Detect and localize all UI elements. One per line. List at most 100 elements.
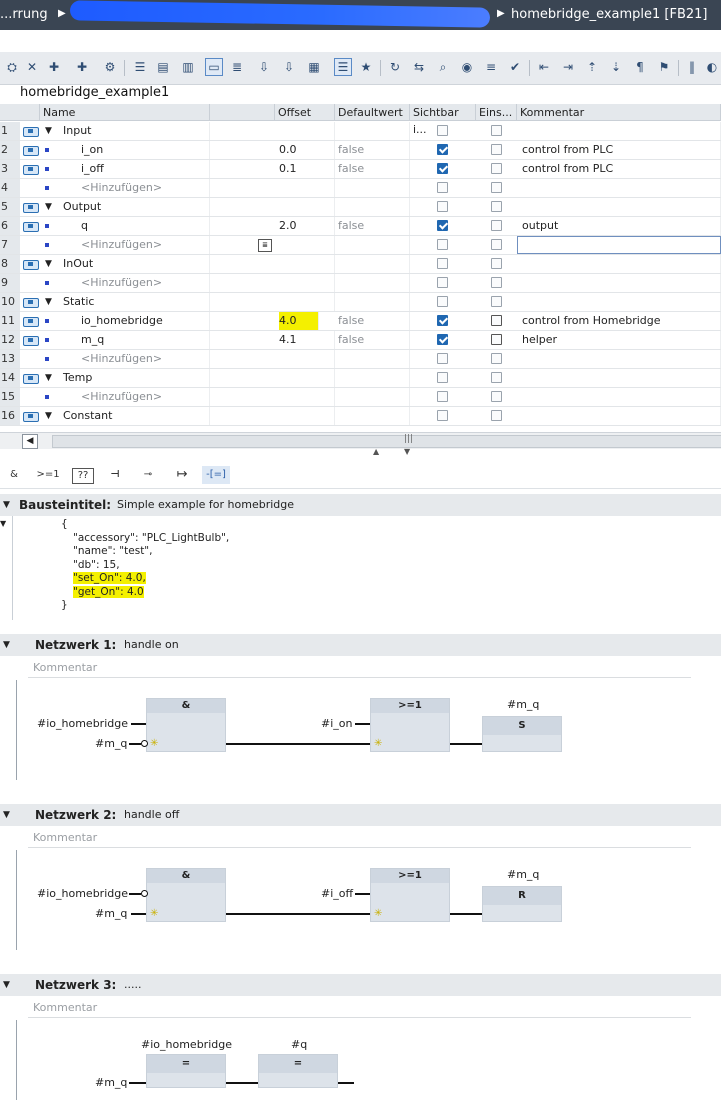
setpoint-checkbox[interactable] bbox=[491, 277, 502, 288]
open-branch-icon[interactable]: ⊣ bbox=[104, 466, 126, 484]
network-header[interactable]: ▼ Netzwerk 3:..... bbox=[0, 974, 721, 996]
default-value-cell[interactable] bbox=[338, 198, 410, 216]
coil-tag[interactable]: #m_q bbox=[507, 698, 539, 711]
comment-cell[interactable]: output bbox=[522, 217, 721, 235]
box1-tag[interactable]: #io_homebridge bbox=[141, 1038, 232, 1051]
insert-row-icon[interactable]: ⛭ bbox=[4, 59, 20, 75]
row-number[interactable]: 12 bbox=[0, 331, 20, 349]
table-row[interactable]: 3 i_off 0.1 false control from PLC bbox=[0, 160, 721, 179]
collapse-icon[interactable]: ▼ bbox=[3, 980, 10, 990]
default-value-cell[interactable]: false bbox=[338, 160, 410, 178]
pause-icon[interactable]: ‖ bbox=[684, 59, 700, 75]
network-title[interactable]: ..... bbox=[124, 978, 141, 991]
network-comment[interactable]: Kommentar bbox=[28, 828, 691, 848]
table-row[interactable]: 8 ▼ InOut bbox=[0, 255, 721, 274]
network-title[interactable]: handle off bbox=[124, 808, 179, 821]
assign-box-1[interactable]: = bbox=[146, 1054, 226, 1088]
collapse-icon[interactable]: ▼ bbox=[45, 373, 52, 383]
section-name[interactable]: InOut bbox=[63, 255, 210, 273]
monitor-icon[interactable]: ▦ bbox=[306, 59, 322, 75]
row-number[interactable]: 7 bbox=[0, 236, 20, 254]
or-input-tag[interactable]: #i_on bbox=[321, 717, 352, 730]
collapse-icon[interactable]: ▼ bbox=[3, 810, 10, 820]
setpoint-checkbox[interactable] bbox=[491, 391, 502, 402]
table-row[interactable]: 14 ▼ Temp bbox=[0, 369, 721, 388]
table-view-icon[interactable]: ▥ bbox=[180, 59, 196, 75]
comment-cell[interactable] bbox=[522, 407, 721, 425]
table-row[interactable]: 9 <Hinzufügen> bbox=[0, 274, 721, 293]
table-row[interactable]: 12 m_q 4.1 false helper bbox=[0, 331, 721, 350]
variable-name[interactable]: <Hinzufügen> bbox=[81, 274, 210, 292]
setpoint-checkbox[interactable] bbox=[491, 296, 502, 307]
download-icon[interactable]: ⇩ bbox=[256, 59, 272, 75]
table-row[interactable]: 5 ▼ Output bbox=[0, 198, 721, 217]
default-value-cell[interactable] bbox=[338, 122, 410, 140]
comment-cell[interactable] bbox=[522, 350, 721, 368]
expand-icon[interactable]: ≣ bbox=[229, 59, 245, 75]
visible-checkbox[interactable] bbox=[437, 201, 448, 212]
or-instruction-icon[interactable]: >=1 bbox=[34, 466, 62, 484]
search-icon[interactable]: ⌕ bbox=[435, 59, 451, 75]
collapse-icon[interactable]: ▼ bbox=[45, 297, 52, 307]
network-comment[interactable]: Kommentar bbox=[28, 998, 691, 1018]
setpoint-checkbox[interactable] bbox=[491, 144, 502, 155]
move-up-icon[interactable]: ⇡ bbox=[584, 59, 600, 75]
variable-name[interactable]: <Hinzufügen> bbox=[81, 236, 210, 254]
comment-cell[interactable] bbox=[522, 255, 721, 273]
comment-cell[interactable]: control from PLC bbox=[522, 141, 721, 159]
collapse-icon[interactable]: ▼ bbox=[45, 411, 52, 421]
visible-checkbox[interactable] bbox=[437, 410, 448, 421]
setpoint-checkbox[interactable] bbox=[491, 125, 502, 136]
collapse-icon[interactable]: ▼ bbox=[45, 202, 52, 212]
row-number[interactable]: 6 bbox=[0, 217, 20, 235]
row-number[interactable]: 3 bbox=[0, 160, 20, 178]
collapse-icon[interactable]: ▼ bbox=[3, 640, 10, 650]
visible-checkbox[interactable] bbox=[437, 315, 448, 326]
table-row[interactable]: 15 <Hinzufügen> bbox=[0, 388, 721, 407]
visible-checkbox[interactable] bbox=[437, 372, 448, 383]
splitter-up-icon[interactable]: ▲ bbox=[373, 447, 379, 456]
input-tag-2[interactable]: #m_q bbox=[95, 737, 127, 750]
coil-box[interactable]: S bbox=[482, 716, 562, 752]
settings-icon[interactable]: ⚙ bbox=[102, 59, 118, 75]
network-header[interactable]: ▼ Netzwerk 2: handle off bbox=[0, 804, 721, 826]
coil-icon[interactable]: -[=] bbox=[202, 466, 230, 484]
setpoint-checkbox[interactable] bbox=[491, 201, 502, 212]
header-name[interactable]: Name bbox=[40, 104, 210, 121]
setpoint-checkbox[interactable] bbox=[491, 353, 502, 364]
comment-cell[interactable] bbox=[522, 179, 721, 197]
comment-cell[interactable] bbox=[522, 388, 721, 406]
input-tag-1[interactable]: #io_homebridge bbox=[37, 887, 128, 900]
table-row[interactable]: 6 q 2.0 false output bbox=[0, 217, 721, 236]
visible-checkbox[interactable] bbox=[437, 125, 448, 136]
comment-cell[interactable]: control from PLC bbox=[522, 160, 721, 178]
section-name[interactable]: Output bbox=[63, 198, 210, 216]
row-number[interactable]: 9 bbox=[0, 274, 20, 292]
visible-checkbox[interactable] bbox=[437, 220, 448, 231]
row-number[interactable]: 4 bbox=[0, 179, 20, 197]
default-value-cell[interactable]: false bbox=[338, 141, 410, 159]
delete-row-icon[interactable]: ✕ bbox=[24, 59, 40, 75]
header-setpoint[interactable]: Eins... bbox=[476, 104, 517, 121]
scroll-thumb[interactable] bbox=[52, 435, 721, 448]
visible-checkbox[interactable] bbox=[437, 239, 448, 250]
visible-checkbox[interactable] bbox=[437, 277, 448, 288]
visible-checkbox[interactable] bbox=[437, 144, 448, 155]
variable-name[interactable]: m_q bbox=[81, 331, 210, 349]
table-row[interactable]: 16 ▼ Constant bbox=[0, 407, 721, 426]
variable-name[interactable]: i_off bbox=[81, 160, 210, 178]
row-number[interactable]: 2 bbox=[0, 141, 20, 159]
input-tag[interactable]: #m_q bbox=[95, 1076, 127, 1089]
default-value-cell[interactable] bbox=[338, 388, 410, 406]
default-value-cell[interactable] bbox=[338, 293, 410, 311]
upload-icon[interactable]: ⇩ bbox=[281, 59, 297, 75]
box2-tag[interactable]: #q bbox=[291, 1038, 307, 1051]
comment-cell[interactable] bbox=[522, 122, 721, 140]
collapse-icon[interactable]: ▼ bbox=[3, 500, 10, 510]
breadcrumb-left[interactable]: ...rrung bbox=[0, 7, 48, 22]
more-icon[interactable]: ◐ bbox=[704, 59, 720, 75]
compare-icon[interactable]: ⇆ bbox=[411, 59, 427, 75]
or-input-tag[interactable]: #i_off bbox=[321, 887, 353, 900]
grid-view-icon[interactable]: ▤ bbox=[155, 59, 171, 75]
table-row[interactable]: 10 ▼ Static bbox=[0, 293, 721, 312]
